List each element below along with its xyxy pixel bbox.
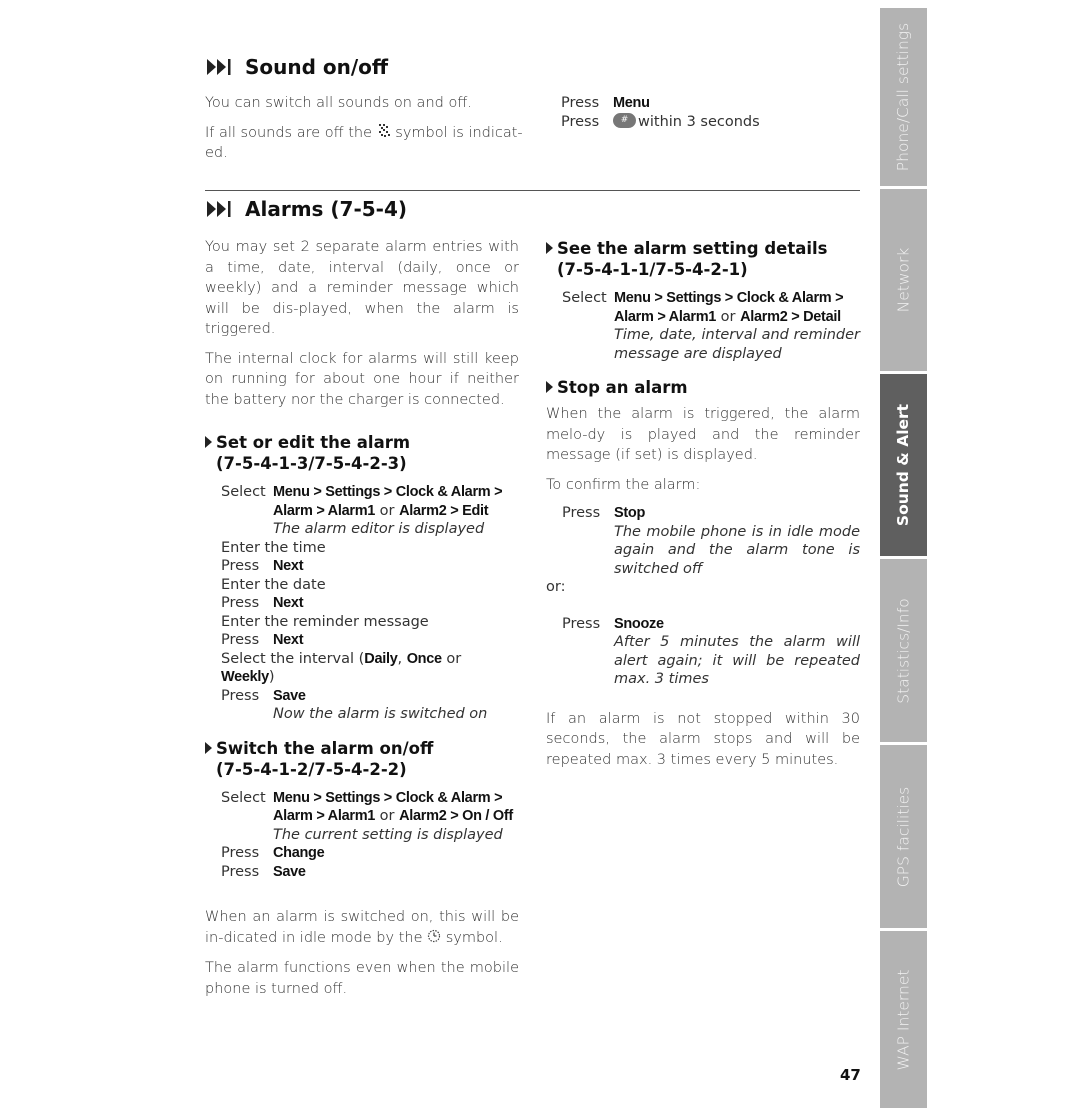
tab-statistics-info[interactable]: Statistics/Info xyxy=(880,559,927,742)
tab-sound-alert[interactable]: Sound & Alert xyxy=(880,374,927,556)
triangle-right-icon xyxy=(546,242,553,254)
alarm-on-indicator-note: When an alarm is switched on, this will … xyxy=(205,907,519,949)
tab-network[interactable]: Network xyxy=(880,189,927,371)
triangle-right-icon xyxy=(205,436,212,448)
snooze-key: Snooze xyxy=(614,615,664,632)
tab-phone-call-settings[interactable]: Phone/Call settings xyxy=(880,8,927,186)
alarm-off-note: The alarm functions even when the mobile… xyxy=(205,960,519,997)
details-heading: See the alarm setting details (7-5-4-1-1/… xyxy=(546,238,860,280)
sound-steps: Press Menu Press # within 3 seconds xyxy=(561,95,760,130)
triangle-right-icon xyxy=(546,381,553,393)
page-number: 47 xyxy=(840,1066,861,1084)
switch-alarm-section: Switch the alarm on/off (7-5-4-1-2/7-5-4-… xyxy=(205,738,519,882)
skip-forward-icon xyxy=(207,200,233,218)
sound-intro: You can switch all sounds on and off. xyxy=(205,95,472,111)
menu-key: Menu xyxy=(613,95,650,111)
sound-description: You can switch all sounds on and off. If… xyxy=(205,93,523,164)
alarms-section-title: Alarms (7-5-4) xyxy=(207,197,407,221)
set-edit-heading: Set or edit the alarm (7-5-4-1-3/7-5-4-2-… xyxy=(205,432,519,474)
triangle-right-icon xyxy=(205,741,212,754)
alarms-intro: You may set 2 separate alarm entries wit… xyxy=(205,239,519,337)
stop-alarm-section: Stop an alarm When the alarm is triggere… xyxy=(546,377,860,768)
hash-key-icon: # xyxy=(613,112,636,128)
alarms-clock-note: The internal clock for alarms will still… xyxy=(205,350,519,408)
switch-heading: Switch the alarm on/off (7-5-4-1-2/7-5-4-… xyxy=(205,738,519,780)
left-column: You may set 2 separate alarm entries wit… xyxy=(205,237,519,999)
sound-off-note: If all sounds are off the symbol is indi… xyxy=(205,123,523,161)
stop-heading: Stop an alarm xyxy=(546,377,860,398)
sound-section-title: Sound on/off xyxy=(207,55,388,79)
tab-wap-internet[interactable]: WAP Internet xyxy=(880,931,927,1108)
alarm-clock-icon xyxy=(427,929,441,950)
details-section: See the alarm setting details (7-5-4-1-1/… xyxy=(546,238,860,363)
mute-symbol-icon xyxy=(377,123,391,137)
section-divider xyxy=(205,190,860,191)
tab-gps-facilities[interactable]: GPS facilities xyxy=(880,745,927,928)
skip-forward-icon xyxy=(207,58,233,76)
set-edit-alarm-section: Set or edit the alarm (7-5-4-1-3/7-5-4-2-… xyxy=(205,432,519,724)
stop-key: Stop xyxy=(614,505,646,521)
right-column: See the alarm setting details (7-5-4-1-1/… xyxy=(546,238,860,770)
